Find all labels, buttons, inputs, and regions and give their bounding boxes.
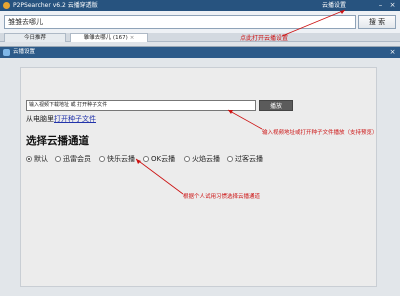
radio-dot xyxy=(26,156,32,162)
radio-label: 过客云播 xyxy=(235,155,263,163)
search-input[interactable] xyxy=(4,15,356,29)
cloud-settings-dialog: 云播设置 × 输入视频下载地址 或 打开种子文件 播放 从电脑里打开种子文件 选… xyxy=(0,46,400,296)
radio-dot xyxy=(184,156,190,162)
play-button[interactable]: 播放 xyxy=(259,100,293,111)
dialog-panel: 输入视频下载地址 或 打开种子文件 播放 从电脑里打开种子文件 选择云播通道 默… xyxy=(20,67,377,287)
channel-annotation: 根据个人试用习惯选择云播通道 xyxy=(183,194,261,200)
tab-label: 今日推荐 xyxy=(23,35,46,41)
channel-heading: 选择云播通道 xyxy=(26,135,89,147)
radio-dot xyxy=(55,156,61,162)
tab-today-recommend[interactable]: 今日推荐 xyxy=(4,33,66,42)
dialog-title: 云播设置 xyxy=(13,49,36,55)
radio-label: 迅雷会员 xyxy=(63,155,91,163)
tab-label: 雏雏去哪儿 (167) xyxy=(83,35,128,41)
close-icon[interactable]: × xyxy=(388,1,397,10)
tab-bar: 今日推荐 雏雏去哪儿 (167) × xyxy=(0,33,400,42)
cloud-settings-annotation: 点此打开云播设置 xyxy=(240,35,289,42)
local-file-line: 从电脑里打开种子文件 xyxy=(26,115,96,124)
radio-dot xyxy=(99,156,105,162)
open-torrent-link[interactable]: 打开种子文件 xyxy=(54,115,96,123)
title-bar: P2PSearcher v6.2 云播穿透版 云播设置 – × xyxy=(0,0,400,11)
radio-dot xyxy=(143,156,149,162)
radio-label: OK云播 xyxy=(151,155,176,163)
radio-label: 默认 xyxy=(34,155,48,163)
app-title: P2PSearcher v6.2 云播穿透版 xyxy=(13,2,98,9)
minimize-icon[interactable]: – xyxy=(376,1,385,10)
local-prefix: 从电脑里 xyxy=(26,115,54,123)
tab-close-icon[interactable]: × xyxy=(130,35,135,41)
radio-dot xyxy=(227,156,233,162)
video-url-input[interactable]: 输入视频下载地址 或 打开种子文件 xyxy=(26,100,256,111)
search-bar: 搜 索 xyxy=(0,11,400,33)
dialog-title-bar: 云播设置 × xyxy=(0,47,400,58)
cloud-settings-button[interactable]: 云播设置 xyxy=(322,0,346,11)
dialog-close-icon[interactable]: × xyxy=(388,48,397,57)
input-annotation: 输入视频地址或打开种子文件播放（支持预览） xyxy=(262,130,378,136)
tab-search-result[interactable]: 雏雏去哪儿 (167) × xyxy=(70,33,148,42)
search-button[interactable]: 搜 索 xyxy=(358,15,396,29)
dialog-cloud-icon xyxy=(3,49,10,56)
app-logo-icon xyxy=(3,2,10,9)
app-window: P2PSearcher v6.2 云播穿透版 云播设置 – × 搜 索 今日推荐… xyxy=(0,0,400,296)
radio-label: 火焰云播 xyxy=(192,155,220,163)
radio-label: 快乐云播 xyxy=(107,155,135,163)
